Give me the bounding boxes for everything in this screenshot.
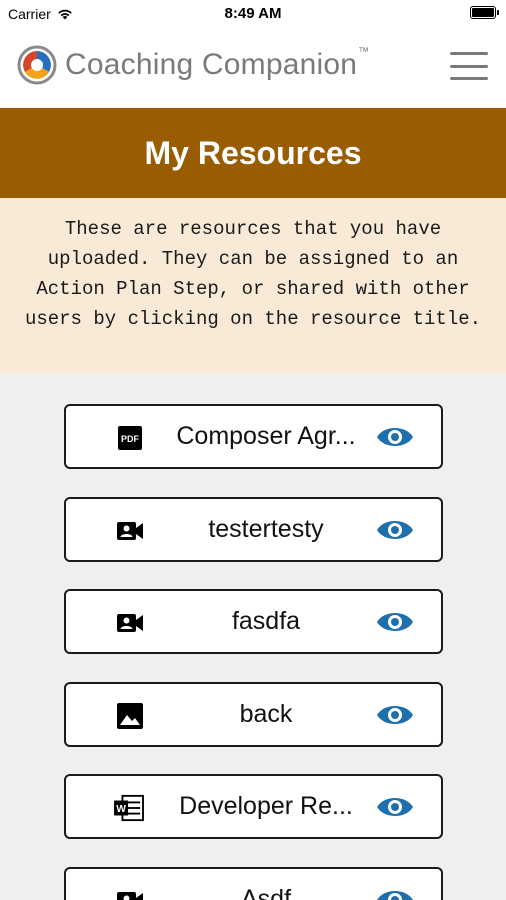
status-bar: Carrier 8:49 AM <box>0 0 506 28</box>
app-title: Coaching Companion™ <box>65 46 370 82</box>
svg-text:W: W <box>116 804 126 815</box>
status-time: 8:49 AM <box>224 5 282 22</box>
eye-icon[interactable] <box>375 883 415 900</box>
hamburger-menu-icon[interactable] <box>450 52 488 80</box>
menu-bar <box>450 52 488 55</box>
page-title: My Resources <box>144 134 362 171</box>
resource-card[interactable]: testertesty <box>64 497 443 562</box>
eye-icon[interactable] <box>375 605 415 639</box>
app-logo-icon <box>17 45 57 85</box>
battery-icon <box>470 6 499 19</box>
page-banner: My Resources <box>0 108 506 198</box>
intro-section: These are resources that you have upload… <box>0 198 506 373</box>
app-name: Coaching Companion <box>65 48 358 81</box>
menu-bar <box>450 64 488 68</box>
resource-title[interactable]: testertesty <box>161 515 371 544</box>
svg-text:PDF: PDF <box>121 434 140 444</box>
resource-title[interactable]: back <box>161 700 371 729</box>
resource-title[interactable]: fasdfa <box>161 607 371 636</box>
resource-title[interactable]: Composer Agr... <box>161 422 371 451</box>
resource-card[interactable]: fasdfa <box>64 589 443 654</box>
video-icon <box>117 522 143 540</box>
eye-icon[interactable] <box>375 790 415 824</box>
intro-text: These are resources that you have upload… <box>24 218 482 330</box>
eye-icon[interactable] <box>375 698 415 732</box>
video-icon <box>117 614 143 632</box>
eye-icon[interactable] <box>375 513 415 547</box>
word-doc-icon: W <box>114 794 144 822</box>
pdf-icon: PDF <box>118 426 142 450</box>
menu-bar <box>450 77 488 80</box>
app-header: Coaching Companion™ <box>0 28 506 108</box>
resource-card[interactable]: Asdf <box>64 867 443 900</box>
image-icon <box>117 703 143 729</box>
resource-card[interactable]: PDF Composer Agr... <box>64 404 443 469</box>
resource-title[interactable]: Developer Re... <box>161 792 371 821</box>
resource-title[interactable]: Asdf <box>161 885 371 900</box>
trademark-symbol: ™ <box>358 46 370 58</box>
eye-icon[interactable] <box>375 420 415 454</box>
resource-card[interactable]: back <box>64 682 443 747</box>
resource-card[interactable]: W Developer Re... <box>64 774 443 839</box>
video-icon <box>117 892 143 900</box>
